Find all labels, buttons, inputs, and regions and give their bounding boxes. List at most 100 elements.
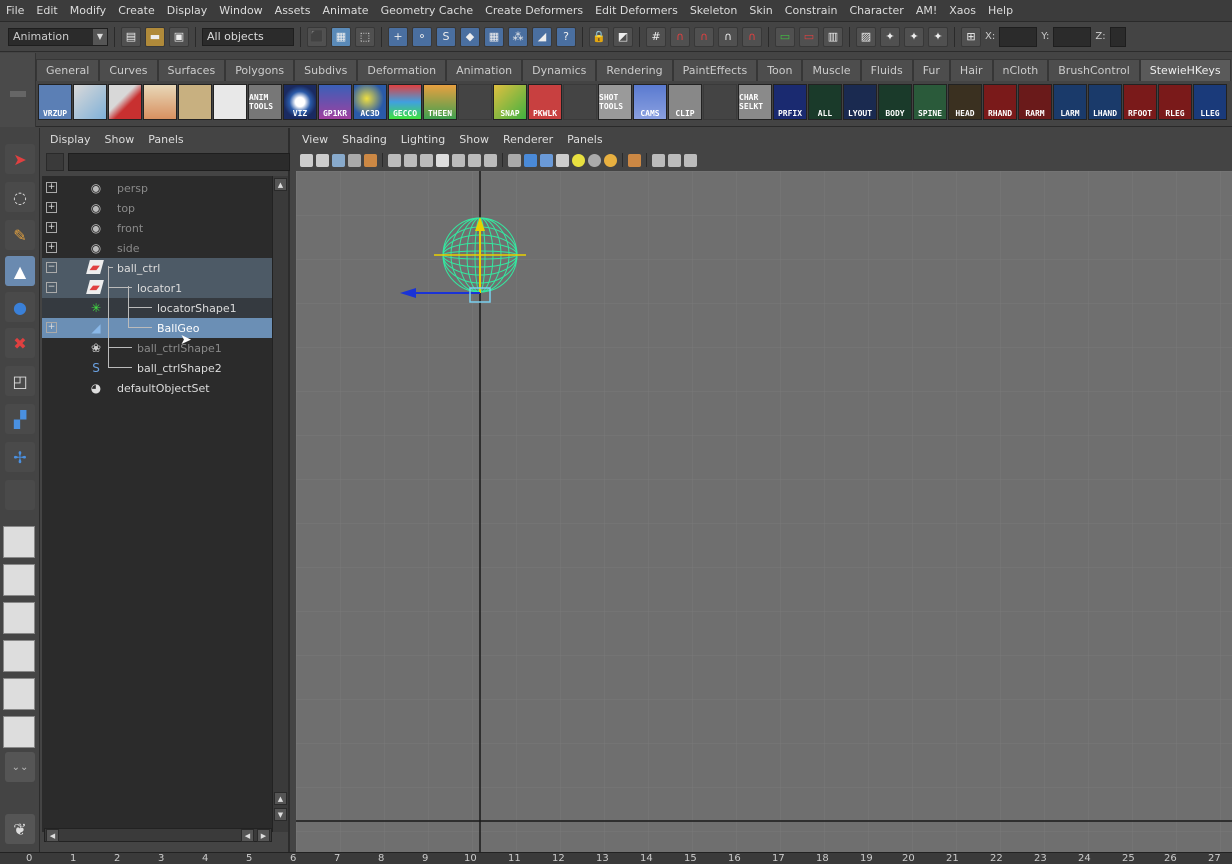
shelf-button-lhand[interactable]: LHAND xyxy=(1088,84,1122,120)
shelf-tab-surfaces[interactable]: Surfaces xyxy=(157,59,226,81)
menu-create[interactable]: Create xyxy=(112,4,161,17)
outliner-item-ballgeo[interactable]: + ◢ BallGeo xyxy=(42,306,272,338)
scroll-up-icon[interactable]: ▲ xyxy=(274,178,287,191)
shelf-button-pkwlk[interactable]: PKWLK xyxy=(528,84,562,120)
menu-skin[interactable]: Skin xyxy=(743,4,778,17)
output-ops-icon[interactable]: ▭ xyxy=(799,26,819,47)
menu-constrain[interactable]: Constrain xyxy=(779,4,844,17)
shelf-button-body[interactable]: BODY xyxy=(878,84,912,120)
menu-assets[interactable]: Assets xyxy=(269,4,317,17)
menu-character[interactable]: Character xyxy=(844,4,910,17)
mask-joints-icon[interactable]: ⚬ xyxy=(412,26,432,47)
viewport-menu-show[interactable]: Show xyxy=(459,133,489,146)
render-settings-icon[interactable]: ✦ xyxy=(928,26,948,47)
shelf-tab-general[interactable]: General xyxy=(36,59,100,81)
xray-joints-icon[interactable] xyxy=(668,153,681,167)
universal-manip-icon[interactable]: ◰ xyxy=(5,366,35,396)
shelf-button-lleg[interactable]: LLEG xyxy=(1193,84,1227,120)
isolate-select-icon[interactable] xyxy=(628,153,641,167)
x-field[interactable] xyxy=(999,26,1038,47)
lock-selection-icon[interactable]: 🔒 xyxy=(589,26,609,47)
shelf-button-head[interactable]: HEAD xyxy=(948,84,982,120)
shelf-button-rfoot[interactable]: RFOOT xyxy=(1123,84,1157,120)
shelf-button-clip[interactable]: CLIP xyxy=(668,84,702,120)
outliner-filter-input[interactable] xyxy=(68,153,290,171)
menu-create-deformers[interactable]: Create Deformers xyxy=(479,4,589,17)
safe-title-icon[interactable] xyxy=(484,153,497,167)
select-component-icon[interactable]: ⬚ xyxy=(355,26,375,47)
shelf-button-vrzup[interactable]: VRZUP xyxy=(38,84,72,120)
shelf-button-prfix[interactable]: PRFIX xyxy=(773,84,807,120)
persp-graph-layout-icon[interactable] xyxy=(3,640,35,672)
wireframe-icon[interactable] xyxy=(508,153,521,167)
select-tool-icon[interactable]: ➤ xyxy=(5,144,35,174)
outliner-vertical-scrollbar[interactable]: ▲ ▲ ▼ xyxy=(272,176,288,832)
viewport-menu-panels[interactable]: Panels xyxy=(567,133,602,146)
outliner-item-top[interactable]: + ◉ top xyxy=(42,198,272,218)
xray-icon[interactable] xyxy=(652,153,665,167)
textured-icon[interactable] xyxy=(556,153,569,167)
scale-tool-icon[interactable]: ✖ xyxy=(5,328,35,358)
menu-help[interactable]: Help xyxy=(982,4,1019,17)
expand-icon[interactable]: + xyxy=(46,182,57,193)
shelf-tab-fur[interactable]: Fur xyxy=(912,59,950,81)
shelf-button-rleg[interactable]: RLEG xyxy=(1158,84,1192,120)
shadows-icon[interactable] xyxy=(588,153,601,167)
viewport-menu-renderer[interactable]: Renderer xyxy=(503,133,553,146)
outliner-item-ball-ctrl[interactable]: − ▰ ball_ctrl xyxy=(42,258,272,278)
outliner-item-front[interactable]: + ◉ front xyxy=(42,218,272,238)
scroll-up-icon[interactable]: ▲ xyxy=(274,792,287,805)
shelf-button-viz[interactable]: VIZ xyxy=(283,84,317,120)
select-object-icon[interactable]: ▦ xyxy=(331,26,351,47)
scroll-right-icon[interactable]: ▶ xyxy=(257,829,270,842)
shelf-button-lyout[interactable]: LYOUT xyxy=(843,84,877,120)
shelf-button-shot-tools[interactable]: SHOT TOOLS xyxy=(598,84,632,120)
shelf-tab-fluids[interactable]: Fluids xyxy=(860,59,913,81)
mask-deformations-icon[interactable]: ▦ xyxy=(484,26,504,47)
save-scene-icon[interactable]: ▣ xyxy=(169,26,189,47)
grid-icon[interactable] xyxy=(388,153,401,167)
mask-curves-icon[interactable]: S xyxy=(436,26,456,47)
shelf-button-all[interactable]: ALL xyxy=(808,84,842,120)
viewport-menu-view[interactable]: View xyxy=(302,133,328,146)
snap-grid-icon[interactable]: # xyxy=(646,26,666,47)
render-view-icon[interactable]: ▨ xyxy=(856,26,876,47)
mask-misc-icon[interactable]: ? xyxy=(556,26,576,47)
mask-dynamics-icon[interactable]: ⁂ xyxy=(508,26,528,47)
highlight-selection-icon[interactable]: ◩ xyxy=(613,26,633,47)
expand-icon[interactable]: + xyxy=(46,322,57,333)
shelf-tab-toon[interactable]: Toon xyxy=(757,59,803,81)
shelf-button-ac3d[interactable]: AC3D xyxy=(353,84,387,120)
camera-attributes-icon[interactable] xyxy=(316,153,329,167)
menu-window[interactable]: Window xyxy=(213,4,268,17)
menu-skeleton[interactable]: Skeleton xyxy=(684,4,744,17)
persp-outliner-layout-icon[interactable] xyxy=(3,602,35,634)
menu-edit-deformers[interactable]: Edit Deformers xyxy=(589,4,684,17)
new-scene-icon[interactable]: ▤ xyxy=(121,26,141,47)
expand-icon[interactable]: + xyxy=(46,222,57,233)
persp-graph-hypergraph-layout-icon[interactable] xyxy=(3,716,35,748)
xray-components-icon[interactable] xyxy=(684,153,697,167)
y-field[interactable] xyxy=(1053,26,1092,47)
single-perspective-layout-icon[interactable] xyxy=(3,526,35,558)
shelf-tab-painteffects[interactable]: PaintEffects xyxy=(672,59,758,81)
scroll-left-icon[interactable]: ◀ xyxy=(241,829,254,842)
menu-file[interactable]: File xyxy=(0,4,30,17)
field-chart-icon[interactable] xyxy=(452,153,465,167)
shelf-button-pencil-icon[interactable] xyxy=(108,84,142,120)
shelf-button-theen[interactable]: THEEN xyxy=(423,84,457,120)
menu-geometry-cache[interactable]: Geometry Cache xyxy=(375,4,480,17)
lasso-tool-icon[interactable]: ◌ xyxy=(5,182,35,212)
outliner-horizontal-scrollbar[interactable]: ◀ ◀ ▶ xyxy=(44,828,272,842)
shelf-button-graph-icon[interactable] xyxy=(73,84,107,120)
outliner-menu-display[interactable]: Display xyxy=(50,133,91,146)
menu-edit[interactable]: Edit xyxy=(30,4,63,17)
time-slider[interactable]: 0 1 2 3 4 5 6 7 8 9 10 11 12 13 14 15 16… xyxy=(0,852,1232,864)
wireframe-on-shaded-icon[interactable] xyxy=(540,153,553,167)
shelf-button-gp1kr[interactable]: GP1KR xyxy=(318,84,352,120)
shelf-tab-ncloth[interactable]: nCloth xyxy=(992,59,1049,81)
absolute-transform-icon[interactable]: ⊞ xyxy=(961,26,981,47)
object-selector[interactable]: All objects xyxy=(202,27,294,46)
shelf-button-larm[interactable]: LARM xyxy=(1053,84,1087,120)
shelf-tab-rendering[interactable]: Rendering xyxy=(596,59,673,81)
